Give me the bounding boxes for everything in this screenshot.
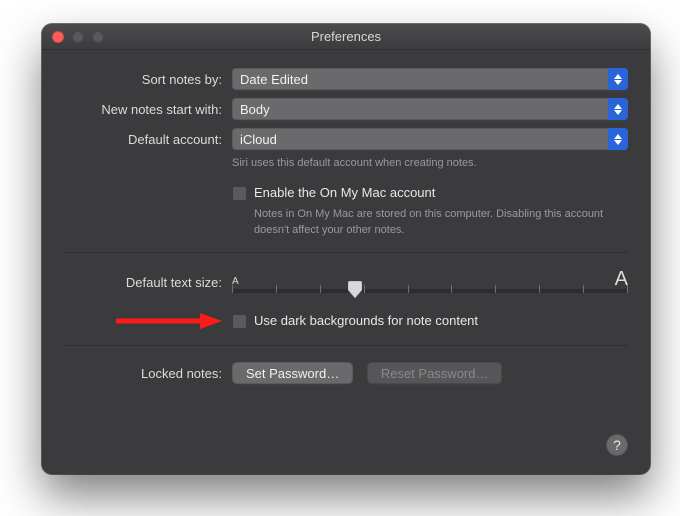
new-notes-label: New notes start with: xyxy=(64,102,232,117)
select-stepper-icon xyxy=(608,128,628,150)
select-stepper-icon xyxy=(608,68,628,90)
new-notes-value: Body xyxy=(240,102,270,117)
new-notes-select[interactable]: Body xyxy=(232,98,628,120)
sort-notes-label: Sort notes by: xyxy=(64,72,232,87)
window-controls xyxy=(52,31,104,43)
close-window-button[interactable] xyxy=(52,31,64,43)
reset-password-button: Reset Password… xyxy=(367,362,503,384)
preferences-content: Sort notes by: Date Edited New notes sta… xyxy=(42,50,650,400)
dark-backgrounds-checkbox[interactable] xyxy=(232,314,247,329)
default-account-label: Default account: xyxy=(64,132,232,147)
sort-notes-select[interactable]: Date Edited xyxy=(232,68,628,90)
locked-notes-label: Locked notes: xyxy=(64,366,232,381)
text-size-slider-thumb[interactable] xyxy=(348,281,362,298)
locked-notes-row: Locked notes: Set Password… Reset Passwo… xyxy=(64,362,628,384)
minimize-window-button[interactable] xyxy=(72,31,84,43)
default-account-row: Default account: iCloud xyxy=(64,128,628,150)
set-password-button[interactable]: Set Password… xyxy=(232,362,353,384)
sort-notes-value: Date Edited xyxy=(240,72,308,87)
enable-onmymac-checkbox[interactable] xyxy=(232,186,247,201)
zoom-window-button[interactable] xyxy=(92,31,104,43)
sort-notes-row: Sort notes by: Date Edited xyxy=(64,68,628,90)
select-stepper-icon xyxy=(608,98,628,120)
window-title: Preferences xyxy=(42,29,650,44)
default-text-size-row: Default text size: A A xyxy=(64,269,628,293)
dark-backgrounds-row: Use dark backgrounds for note content xyxy=(64,311,628,331)
default-account-hint: Siri uses this default account when crea… xyxy=(232,152,628,171)
text-size-slider[interactable] xyxy=(232,289,628,293)
help-glyph: ? xyxy=(613,437,621,453)
dark-backgrounds-checkbox-row: Use dark backgrounds for note content xyxy=(232,313,628,329)
default-account-value: iCloud xyxy=(240,132,277,147)
default-account-select[interactable]: iCloud xyxy=(232,128,628,150)
preferences-window: Preferences Sort notes by: Date Edited N… xyxy=(42,24,650,474)
dark-backgrounds-label: Use dark backgrounds for note content xyxy=(254,313,478,328)
callout-arrow-icon xyxy=(114,311,224,331)
default-text-size-label: Default text size: xyxy=(64,269,232,290)
section-divider xyxy=(64,345,628,346)
enable-onmymac-hint: Notes in On My Mac are stored on this co… xyxy=(232,203,628,238)
titlebar: Preferences xyxy=(42,24,650,50)
section-divider xyxy=(64,252,628,253)
enable-onmymac-checkbox-row: Enable the On My Mac account xyxy=(232,185,628,201)
help-button[interactable]: ? xyxy=(606,434,628,456)
enable-onmymac-label: Enable the On My Mac account xyxy=(254,185,435,200)
new-notes-row: New notes start with: Body xyxy=(64,98,628,120)
